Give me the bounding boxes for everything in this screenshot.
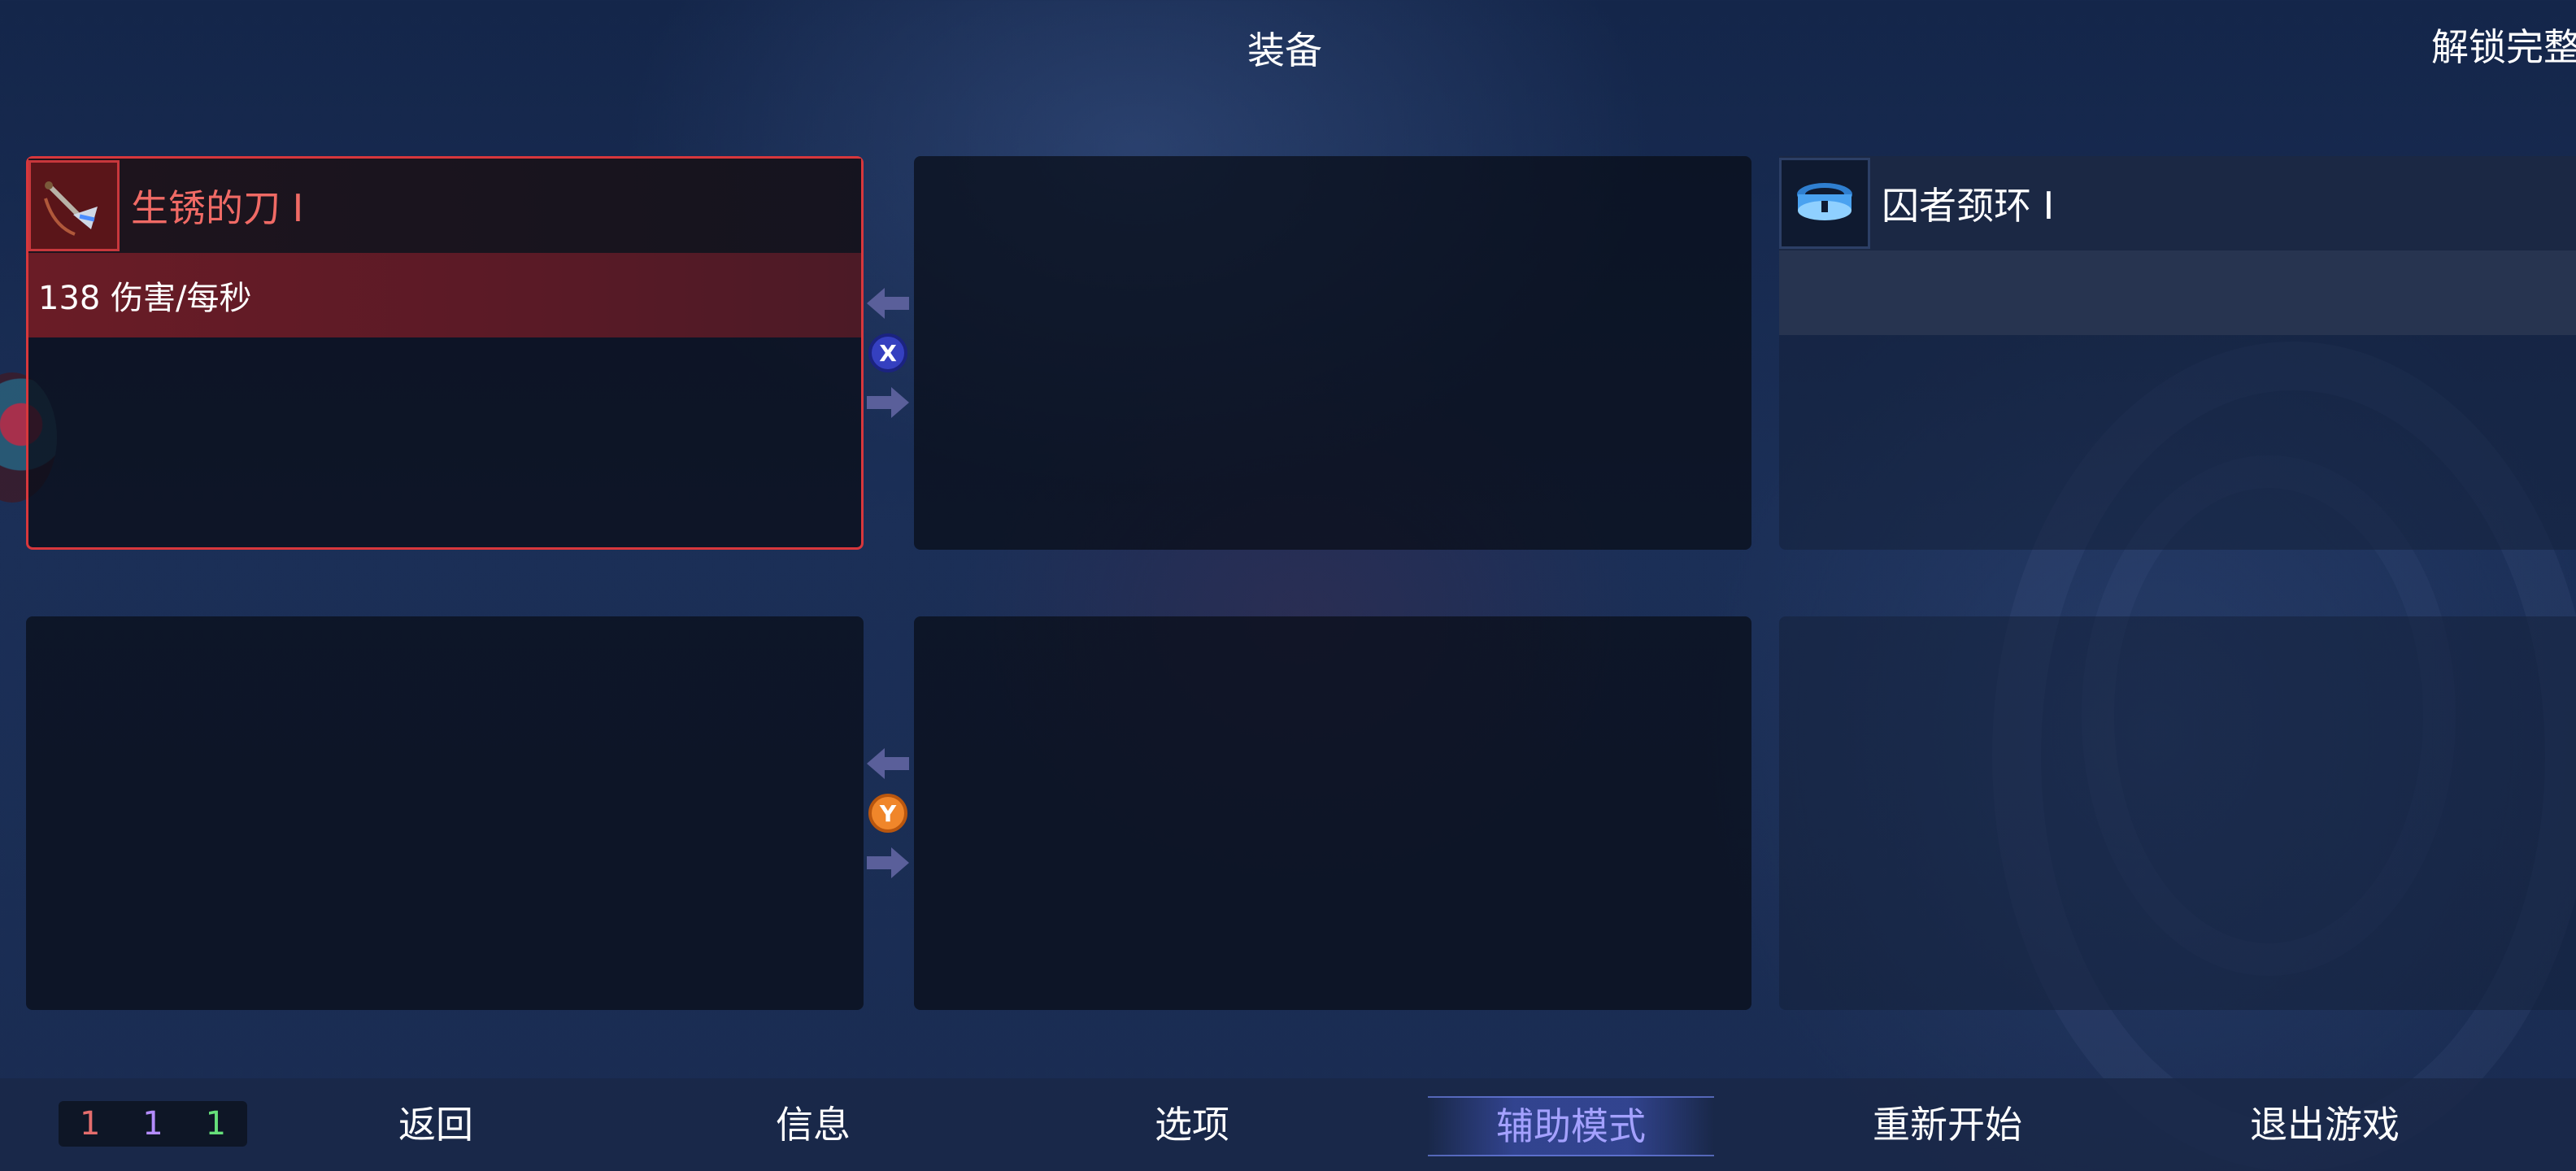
dps-stat: 138 伤害/每秒: [38, 280, 252, 317]
restart-button[interactable]: 重新开始: [1846, 1096, 2049, 1153]
equip-slot-amulet-alt[interactable]: [1779, 616, 2576, 1010]
quit-game-button[interactable]: 退出游戏: [2223, 1096, 2426, 1153]
stat-counters: 1 1 1: [59, 1101, 247, 1147]
counter-red: 1: [79, 1105, 101, 1143]
arrow-right-icon: [864, 842, 912, 883]
slot-header: 生锈的刀 Ⅰ: [28, 159, 861, 253]
stat-row: 138 伤害/每秒: [28, 253, 861, 337]
equip-slot-primary-weapon-alt[interactable]: [26, 616, 864, 1010]
arrow-left-icon: [864, 283, 912, 324]
swap-key-badge: X: [868, 333, 907, 372]
info-button[interactable]: 信息: [732, 1096, 894, 1153]
counter-purple: 1: [142, 1105, 163, 1143]
item-name: 囚者颈环 Ⅰ: [1882, 184, 2055, 228]
assist-mode-button[interactable]: 辅助模式: [1428, 1096, 1714, 1156]
collar-amulet-icon: [1779, 158, 1870, 249]
rusty-blade-icon: [28, 160, 120, 251]
arrow-left-icon: [864, 743, 912, 784]
unlock-full-button[interactable]: 解锁完整: [2431, 18, 2576, 72]
stat-row: [1779, 250, 2576, 335]
equip-slot-primary-weapon[interactable]: 生锈的刀 Ⅰ 138 伤害/每秒: [26, 156, 864, 550]
swap-key-badge: Y: [868, 794, 907, 833]
counter-green: 1: [205, 1105, 227, 1143]
arrow-right-icon: [864, 382, 912, 423]
bottom-menu-bar: 1 1 1 返回 信息 选项 辅助模式 重新开始 退出游戏: [0, 1078, 2576, 1171]
equip-slot-secondary-weapon[interactable]: [914, 156, 1751, 550]
equip-slot-secondary-weapon-alt[interactable]: [914, 616, 1751, 1010]
slot-header: 囚者颈环 Ⅰ: [1779, 156, 2576, 250]
equip-slot-amulet[interactable]: 囚者颈环 Ⅰ: [1779, 156, 2576, 550]
back-button[interactable]: 返回: [355, 1096, 517, 1153]
page-title: 装备: [1247, 28, 1322, 72]
item-name: 生锈的刀 Ⅰ: [131, 186, 304, 230]
options-button[interactable]: 选项: [1111, 1096, 1273, 1153]
